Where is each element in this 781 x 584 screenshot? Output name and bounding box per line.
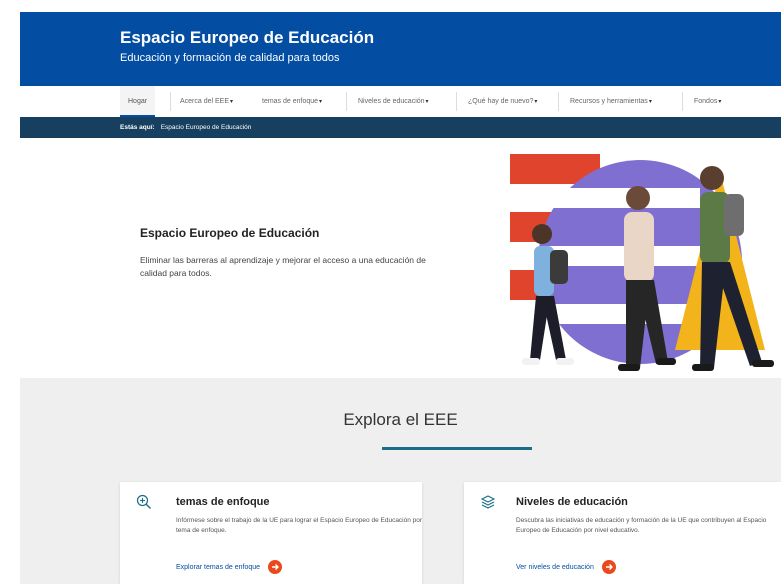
nav-item-que-hay-de-nuevo[interactable]: ¿Qué hay de nuevo?▾ <box>460 86 545 117</box>
zoom-in-icon <box>136 494 151 509</box>
hero-illustration <box>510 154 774 371</box>
nav-item-fondos[interactable]: Fondos▾ <box>686 86 729 117</box>
nav-item-acerca[interactable]: Acerca del EEE▾ <box>172 86 241 117</box>
main-nav: Hogar Acerca del EEE▾ temas de enfoque▾ … <box>20 86 781 117</box>
ver-niveles-link[interactable]: Ver niveles de educación <box>516 560 616 574</box>
site-subtitle: Educación y formación de calidad para to… <box>120 52 340 64</box>
art-white-stripe <box>540 304 700 324</box>
nav-item-recursos[interactable]: Recursos y herramientas▾ <box>562 86 660 117</box>
art-white-stripe <box>540 188 700 208</box>
chevron-down-icon: ▾ <box>718 99 722 105</box>
explore-temas-link[interactable]: Explorar temas de enfoque <box>176 560 283 574</box>
breadcrumb-current[interactable]: Espacio Europeo de Educación <box>161 124 252 131</box>
chevron-down-icon: ▾ <box>425 99 429 105</box>
card-niveles-de-educacion: Niveles de educación Descubra las inicia… <box>464 482 781 584</box>
nav-divider <box>558 92 559 111</box>
breadcrumb-prefix: Estás aquí: <box>120 124 155 131</box>
nav-divider <box>170 92 171 111</box>
chevron-down-icon: ▾ <box>534 99 538 105</box>
chevron-down-icon: ▾ <box>648 99 652 105</box>
card-title[interactable]: Niveles de educación <box>516 496 628 508</box>
nav-item-temas[interactable]: temas de enfoque▾ <box>254 86 330 117</box>
card-description: Descubra las iniciativas de educación y … <box>516 517 767 534</box>
arrow-right-icon[interactable] <box>601 560 616 574</box>
nav-divider <box>682 92 683 111</box>
card-description: Infórmese sobre el trabajo de la UE para… <box>176 517 423 534</box>
hero-text: Eliminar las barreras al aprendizaje y m… <box>140 255 426 278</box>
explore-underline <box>382 447 532 450</box>
breadcrumb: Estás aquí: Espacio Europeo de Educación <box>20 117 781 138</box>
nav-item-niveles[interactable]: Niveles de educación▾ <box>350 86 437 117</box>
site-title[interactable]: Espacio Europeo de Educación <box>120 28 374 48</box>
card-title[interactable]: temas de enfoque <box>176 496 270 508</box>
nav-item-hogar[interactable]: Hogar <box>120 86 156 117</box>
nav-divider <box>346 92 347 111</box>
card-temas-de-enfoque: temas de enfoque Infórmese sobre el trab… <box>120 482 422 584</box>
site-header: Espacio Europeo de Educación Educación y… <box>20 12 781 86</box>
explore-heading: Explora el EEE <box>343 410 458 429</box>
chevron-down-icon: ▾ <box>230 99 234 105</box>
arrow-right-icon[interactable] <box>268 560 283 574</box>
nav-divider <box>456 92 457 111</box>
chevron-down-icon: ▾ <box>319 99 323 105</box>
hero-title: Espacio Europeo de Educación <box>140 226 320 240</box>
layers-icon <box>480 495 496 509</box>
